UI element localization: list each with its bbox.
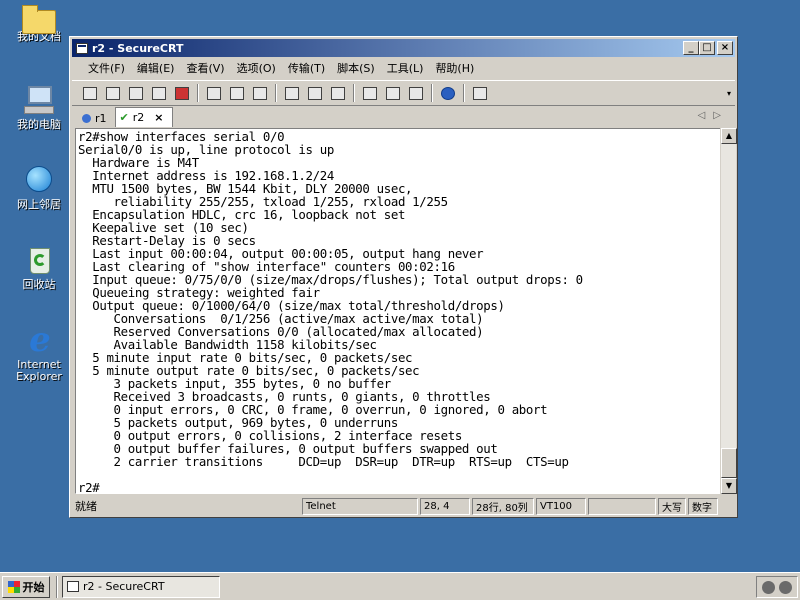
scroll-down-button[interactable]: ▼ [721,478,737,494]
start-label: 开始 [22,580,45,594]
desktop-icon-my-documents[interactable]: 我的文档 [6,4,72,43]
desktop-icon-my-computer[interactable]: 我的电脑 [6,84,72,131]
tab-scroll-arrows-icon[interactable]: ◁▷ [698,110,729,121]
toolbar-separator [197,84,199,102]
taskbar: 开始 r2 - SecureCRT [0,572,800,600]
securecrt-app-icon[interactable] [76,42,88,54]
connect-icon[interactable] [80,84,100,102]
status-bar: 就绪 Telnet 28, 4 28行, 80列 VT100 大写 数字 [72,496,735,516]
scroll-thumb[interactable] [721,448,737,478]
system-tray [756,576,798,598]
taskbar-separator [56,575,58,598]
find-icon[interactable] [250,84,270,102]
status-caps: 大写 [658,497,686,515]
status-protocol: Telnet [302,497,418,515]
status-size: 28行, 80列 [472,497,534,515]
status-emulation: VT100 [536,497,586,515]
toolbar-separator [431,84,433,102]
menu-edit[interactable]: 编辑(E) [131,60,181,76]
ie-icon: e [29,320,51,360]
quick-connect-icon[interactable] [103,84,123,102]
copy-icon[interactable] [204,84,224,102]
menu-tools[interactable]: 工具(L) [381,60,430,76]
desktop-icon-ie[interactable]: e Internet Explorer [6,320,72,383]
menu-script[interactable]: 脚本(S) [331,60,381,76]
tab-close-button[interactable]: × [154,111,163,124]
print-icon[interactable] [282,84,302,102]
title-bar[interactable]: r2 - SecureCRT _ □ × [72,39,735,57]
window-title: r2 - SecureCRT [92,41,184,55]
close-button[interactable]: × [717,41,733,55]
folder-icon [22,5,56,34]
printer-icon[interactable] [328,84,348,102]
windows-logo-icon [7,580,20,593]
vertical-scrollbar[interactable]: ▲ ▼ [720,128,737,494]
menu-help[interactable]: 帮助(H) [429,60,480,76]
minimize-button[interactable]: _ [683,41,699,55]
tray-network-icon[interactable] [779,580,792,594]
paste-icon[interactable] [227,84,247,102]
menu-view[interactable]: 查看(V) [180,60,230,76]
desktop-icon-recycle-bin[interactable]: 回收站 [6,244,72,291]
tab-r1[interactable]: r1 [78,109,115,127]
maximize-button[interactable]: □ [699,41,715,55]
desktop-icon-label: 网上邻居 [17,198,61,211]
tab-r2[interactable]: ✔ r2 × [114,107,173,127]
terminal-line: 2 carrier transitions DCD=up DSR=up DTR=… [78,454,569,469]
help-icon[interactable] [438,84,458,102]
computer-icon [22,84,56,116]
reconnect-icon[interactable] [149,84,169,102]
print-selection-icon[interactable] [305,84,325,102]
desktop-icon-label: 我的电脑 [17,118,61,131]
status-cursor: 28, 4 [420,497,470,515]
desktop-icon-label: 回收站 [22,278,56,291]
terminal-output: r2#show interfaces serial 0/0 Serial0/0 i… [78,130,583,494]
taskbar-task-securecrt[interactable]: r2 - SecureCRT [62,575,220,598]
connect-tab-icon[interactable] [126,84,146,102]
toolbar-chevron-icon[interactable]: ▾ [727,89,731,98]
global-options-icon[interactable] [383,84,403,102]
task-label: r2 - SecureCRT [83,580,165,593]
desktop-icon-label: Internet Explorer [16,358,62,383]
start-button[interactable]: 开始 [2,575,50,598]
terminal-screen[interactable]: r2#show interfaces serial 0/0 Serial0/0 i… [75,128,721,494]
securecrt-window: r2 - SecureCRT _ □ × 文件(F) 编辑(E) 查看(V) 选… [69,36,738,518]
desktop-icon-network[interactable]: 网上邻居 [6,164,72,211]
session-tabs: r1 ✔ r2 × ◁▷ [72,107,735,127]
recycle-bin-icon [22,244,56,276]
toolbar-separator [463,84,465,102]
securecrt-app-icon [67,581,79,592]
toolbar: ▾ [72,80,735,106]
tray-volume-icon[interactable] [762,580,775,594]
connected-check-icon: ✔ [119,111,129,124]
tab-label: r1 [95,111,107,125]
menu-file[interactable]: 文件(F) [82,60,131,76]
keymap-icon[interactable] [406,84,426,102]
session-options-icon[interactable] [360,84,380,102]
toolbar-separator [353,84,355,102]
disconnect-icon[interactable] [172,84,192,102]
network-icon [22,164,56,196]
menu-transfer[interactable]: 传输(T) [282,60,331,76]
menu-options[interactable]: 选项(O) [231,60,282,76]
menu-bar: 文件(F) 编辑(E) 查看(V) 选项(O) 传输(T) 脚本(S) 工具(L… [72,58,735,78]
scroll-up-button[interactable]: ▲ [721,128,737,144]
sftp-icon[interactable] [470,84,490,102]
toolbar-separator [275,84,277,102]
status-num: 数字 [688,497,718,515]
terminal-line: r2# [78,480,100,494]
status-ready: 就绪 [75,500,97,513]
status-blank [588,497,656,515]
session-status-icon [82,113,91,123]
tab-label: r2 [132,111,145,124]
